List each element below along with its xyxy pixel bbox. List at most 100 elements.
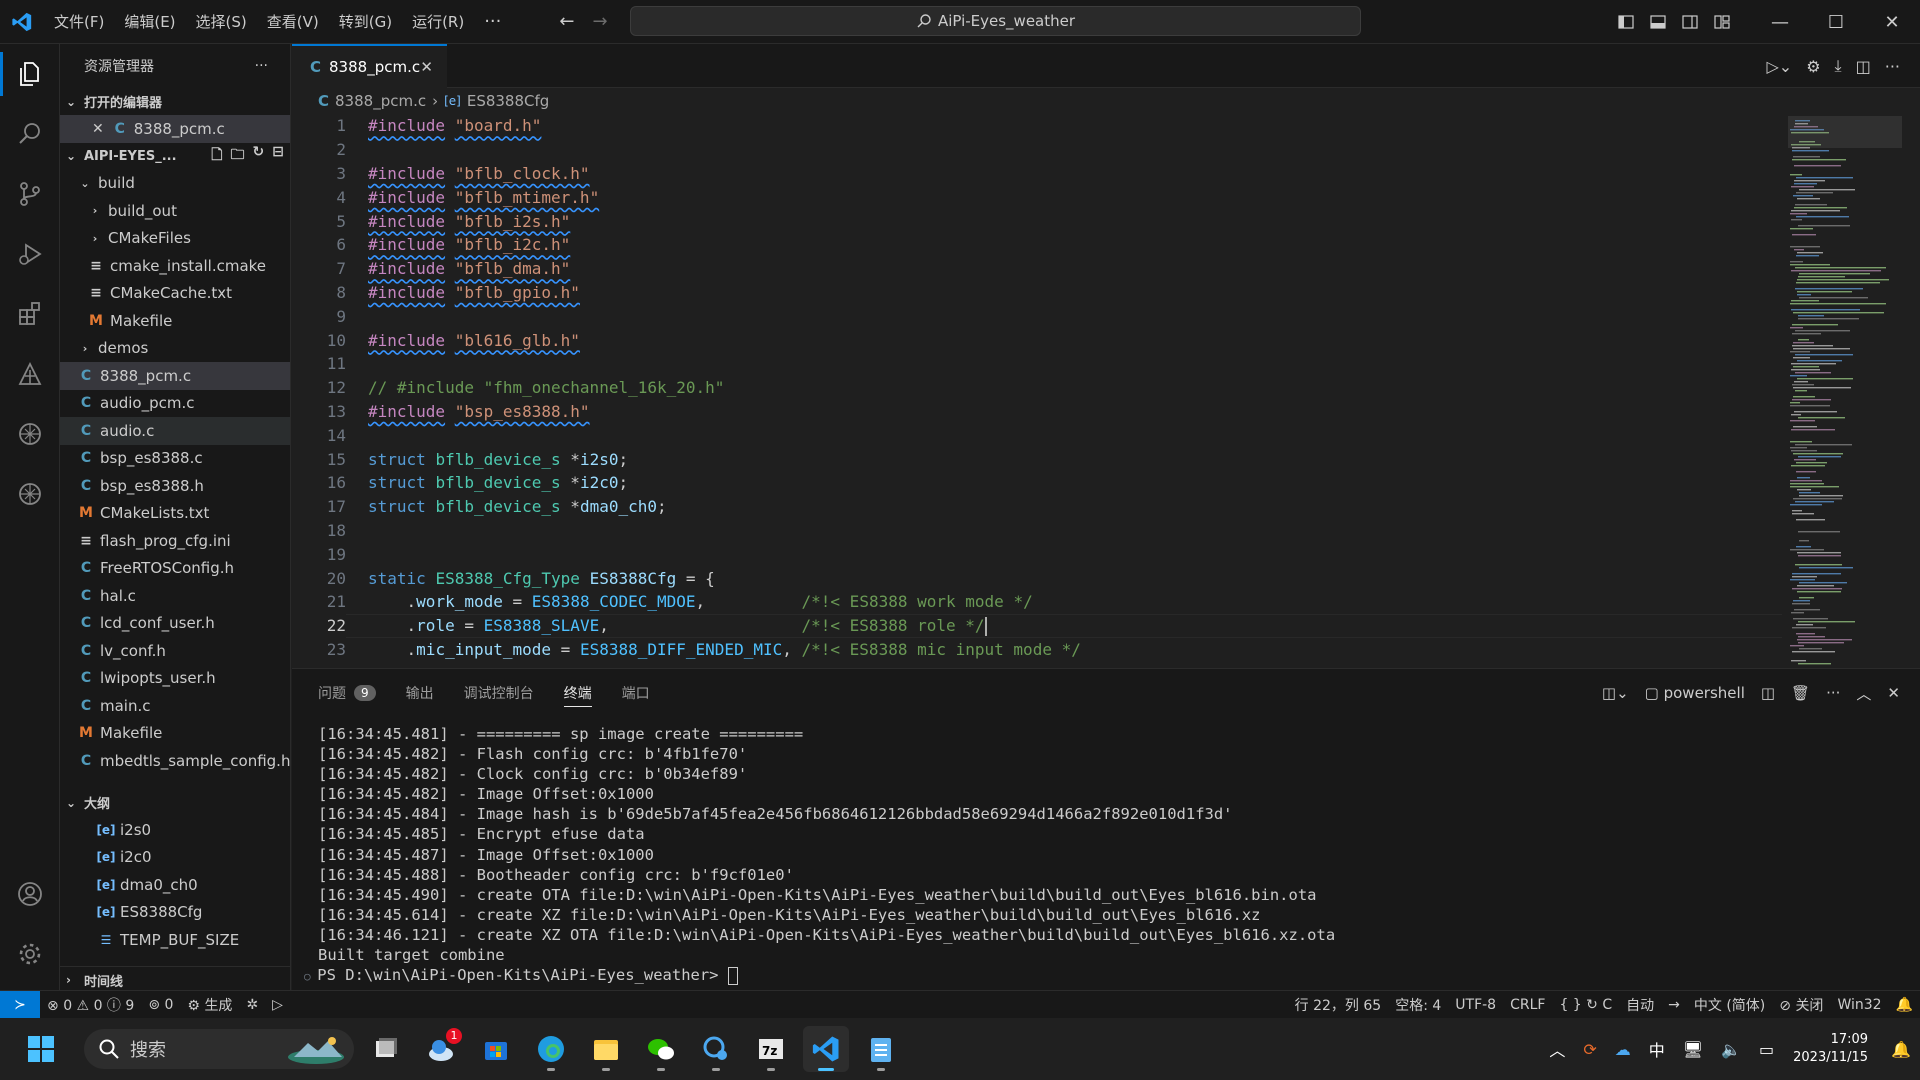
split-editor-icon[interactable]: ◫ [1856, 57, 1871, 76]
run-debug-icon[interactable] [0, 224, 60, 284]
copilot-status[interactable]: ⊘ 关闭 [1772, 995, 1830, 1015]
menu-selection[interactable]: 选择(S) [186, 0, 257, 44]
minimize-button[interactable]: — [1752, 12, 1808, 33]
chat-app-icon[interactable] [693, 1026, 739, 1072]
editor-tab[interactable]: C 8388_pcm.c ✕ [292, 44, 447, 88]
menu-view[interactable]: 查看(V) [257, 0, 329, 44]
7zip-icon[interactable]: 7z [748, 1026, 794, 1072]
network-icon[interactable]: 🖥 [1674, 1040, 1712, 1059]
outline-item[interactable]: [e] dma0_ch0 [60, 871, 290, 899]
encoding[interactable]: UTF-8 [1448, 997, 1503, 1013]
run-dropdown-icon[interactable]: ▷⌄ [1766, 57, 1792, 76]
tree-file[interactable]: Cmbedtls_sample_config.h [60, 747, 290, 775]
terminal-output[interactable]: [16:34:45.481] - ========= sp image crea… [304, 725, 1335, 986]
vscode-taskbar-icon[interactable] [803, 1026, 849, 1072]
tree-file[interactable]: Cmain.c [60, 692, 290, 720]
toggle-secondary-sidebar-icon[interactable] [1674, 14, 1706, 30]
tree-file[interactable]: ≡ cmake_install.cmake [60, 252, 290, 280]
cloud-chat-icon[interactable]: ☁ [1606, 1040, 1640, 1059]
open-editors-header[interactable]: ⌄ 打开的编辑器 [60, 88, 290, 115]
edge-browser-icon[interactable] [528, 1026, 574, 1072]
problems-status[interactable]: ⊗ 0 ⚠ 0 ⓘ 9 [40, 995, 141, 1015]
toggle-sidebar-icon[interactable] [1610, 14, 1642, 30]
platform-status[interactable]: Win32 [1830, 997, 1888, 1013]
remote-indicator-icon[interactable]: ≻ [0, 990, 40, 1019]
notifications-bell-icon[interactable]: 🔔 [1889, 997, 1920, 1013]
openai-icon-2[interactable] [0, 464, 60, 524]
minimap-slider[interactable] [1788, 116, 1902, 148]
line-ending[interactable]: CRLF [1503, 997, 1552, 1013]
chevron-up-icon[interactable]: ︿ [1540, 1037, 1574, 1061]
code-view[interactable]: 1 #include "board.h" 2 3 #include "bflb_cloc… [292, 114, 1782, 668]
locale-status[interactable]: 中文 (简体) [1687, 995, 1772, 1015]
tree-file[interactable]: M Makefile [60, 720, 290, 748]
back-arrow-icon[interactable]: ← [559, 11, 574, 32]
cursor-position[interactable]: 行 22，列 65 [1288, 995, 1389, 1015]
tree-file[interactable]: M Makefile [60, 307, 290, 335]
tree-file[interactable]: C FreeRTOSConfig.h [60, 555, 290, 583]
tree-file[interactable]: ≡ CMakeCache.txt [60, 280, 290, 308]
tree-file[interactable]: Caudio_pcm.c [60, 390, 290, 418]
windows-start-icon[interactable] [18, 1026, 64, 1072]
toggle-panel-icon[interactable] [1642, 14, 1674, 30]
settings-icon[interactable]: ⚙ [1806, 57, 1820, 76]
clock[interactable]: 17:09 2023/11/15 [1783, 1031, 1882, 1067]
wechat-icon[interactable] [638, 1026, 684, 1072]
taskbar-search[interactable]: 搜索 [84, 1029, 354, 1069]
language-mode[interactable]: { } ↻ C [1552, 997, 1619, 1013]
search-icon[interactable] [0, 104, 60, 164]
source-control-icon[interactable] [0, 164, 60, 224]
outline-item[interactable]: [e] ES8388Cfg [60, 899, 290, 927]
forward-arrow-icon[interactable]: → [592, 11, 607, 32]
trash-icon[interactable]: 🗑 [1791, 684, 1810, 702]
timeline-header[interactable]: › 时间线 [60, 966, 290, 990]
account-icon[interactable] [0, 864, 60, 924]
remote-explorer-icon[interactable] [0, 344, 60, 404]
microsoft-store-icon[interactable] [473, 1026, 519, 1072]
close-window-button[interactable]: ✕ [1864, 12, 1920, 33]
ports-status[interactable]: ⊚ 0 [141, 997, 180, 1013]
outline-item[interactable]: [e] i2c0 [60, 844, 290, 872]
minimap[interactable] [1788, 116, 1908, 668]
sync-icon[interactable]: ⟳ [1574, 1040, 1605, 1059]
tree-file[interactable]: Cbsp_es8388.c [60, 445, 290, 473]
outline-item[interactable]: [e] i2s0 [60, 816, 290, 844]
split-terminal-icon[interactable]: ◫ [1761, 684, 1775, 702]
ime-indicator[interactable]: 中 [1640, 1037, 1674, 1061]
more-actions-icon[interactable]: ··· [1885, 57, 1900, 76]
refresh-icon[interactable]: ↻ [253, 144, 265, 168]
close-icon[interactable]: ✕ [92, 121, 104, 137]
notification-bell-icon[interactable]: 🔔 [1882, 1040, 1920, 1059]
volume-icon[interactable]: 🔈 [1712, 1040, 1750, 1059]
menu-run[interactable]: 运行(R) [402, 0, 474, 44]
terminal-shell-selector[interactable]: ▢ powershell [1645, 684, 1745, 702]
customize-layout-icon[interactable] [1706, 14, 1738, 30]
task-view-icon[interactable] [363, 1026, 409, 1072]
tree-folder[interactable]: › demos [60, 335, 290, 363]
more-icon[interactable]: ··· [1826, 684, 1840, 702]
arrow-icon[interactable]: → [1661, 997, 1687, 1013]
settings-gear-icon[interactable] [0, 924, 60, 984]
open-editor-item[interactable]: ✕ C 8388_pcm.c [60, 115, 290, 143]
tree-folder[interactable]: › CMakeFiles [60, 225, 290, 253]
sidebar-more-button[interactable]: ··· [255, 58, 268, 74]
tree-file[interactable]: ≡ flash_prog_cfg.ini [60, 527, 290, 555]
maximize-button[interactable]: ☐ [1808, 12, 1864, 33]
terminal-prompt-line[interactable]: ○ PS D:\win\AiPi-Open-Kits\AiPi-Eyes_wea… [304, 966, 1335, 986]
close-panel-icon[interactable]: ✕ [1887, 684, 1900, 702]
maximize-panel-icon[interactable]: ︿ [1856, 683, 1871, 704]
tree-file[interactable]: Clwipopts_user.h [60, 665, 290, 693]
debug-bug-icon[interactable]: ✲ [239, 997, 265, 1013]
outline-item[interactable]: ☰ TEMP_BUF_SIZE [60, 926, 290, 954]
build-status[interactable]: ⚙ 生成 [180, 995, 239, 1015]
outline-header[interactable]: ⌄ 大纲 [60, 789, 290, 816]
tree-file[interactable]: Chal.c [60, 582, 290, 610]
new-terminal-dropdown-icon[interactable]: ◫⌄ [1602, 684, 1629, 702]
menu-more-button[interactable]: ··· [474, 11, 511, 32]
tree-file[interactable]: Clcd_conf_user.h [60, 610, 290, 638]
openai-icon[interactable] [0, 404, 60, 464]
breadcrumb-symbol[interactable]: ES8388Cfg [467, 92, 549, 110]
tab-problems[interactable]: 问题 9 [318, 669, 376, 717]
menu-go[interactable]: 转到(G) [329, 0, 402, 44]
command-center-search[interactable]: AiPi-Eyes_weather [630, 6, 1361, 36]
